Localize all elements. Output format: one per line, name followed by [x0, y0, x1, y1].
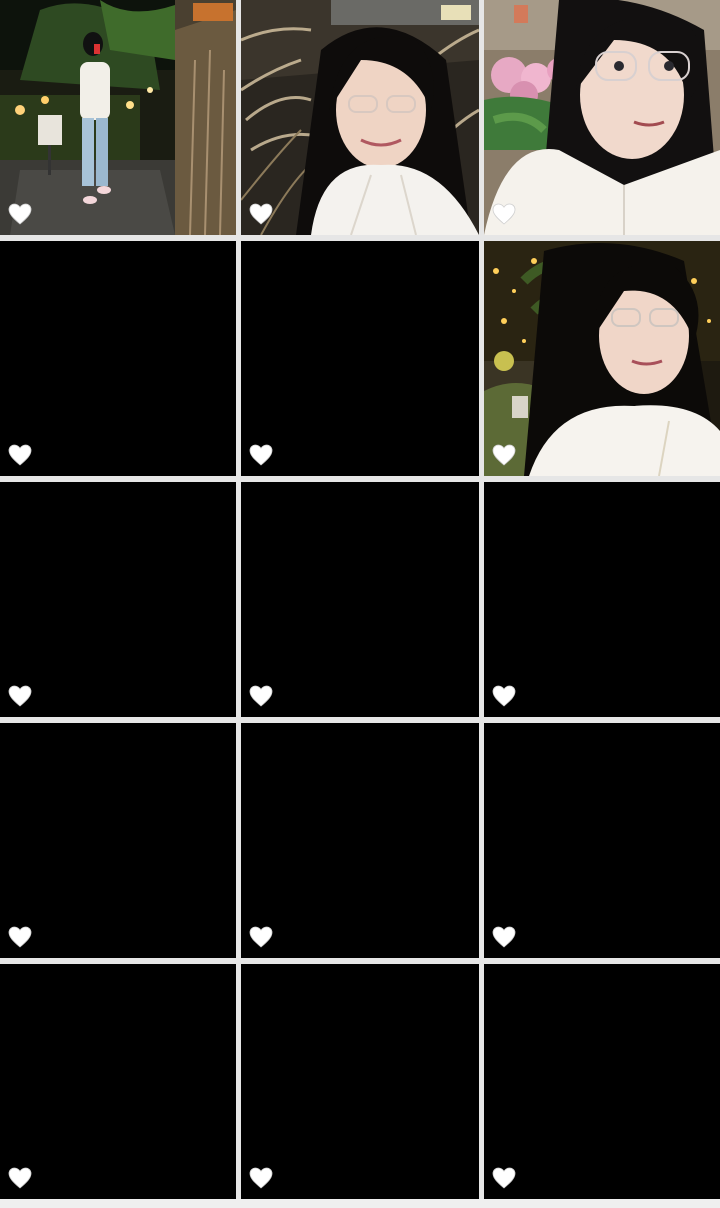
blank-thumbnail[interactable] [484, 482, 720, 717]
photo-thumbnail[interactable] [484, 241, 720, 476]
photo-image [484, 0, 720, 235]
heart-icon[interactable] [249, 926, 273, 948]
heart-icon[interactable] [492, 203, 516, 225]
photo-image [241, 0, 479, 235]
photo-thumbnail[interactable] [241, 0, 479, 235]
heart-icon[interactable] [8, 685, 32, 707]
blank-thumbnail[interactable] [241, 723, 479, 958]
blank-thumbnail[interactable] [241, 482, 479, 717]
photo-thumbnail[interactable] [484, 0, 720, 235]
heart-icon[interactable] [8, 926, 32, 948]
blank-thumbnail[interactable] [0, 482, 236, 717]
heart-icon[interactable] [492, 1167, 516, 1189]
photo-gallery-grid [0, 0, 720, 1208]
blank-thumbnail[interactable] [241, 241, 479, 476]
blank-thumbnail[interactable] [0, 964, 236, 1199]
blank-thumbnail[interactable] [0, 723, 236, 958]
blank-thumbnail[interactable] [241, 964, 479, 1199]
photo-thumbnail[interactable] [0, 0, 236, 235]
heart-icon[interactable] [492, 685, 516, 707]
blank-thumbnail[interactable] [0, 241, 236, 476]
heart-icon[interactable] [249, 1167, 273, 1189]
blank-thumbnail[interactable] [484, 964, 720, 1199]
photo-image [484, 241, 720, 476]
heart-icon[interactable] [492, 926, 516, 948]
heart-icon[interactable] [249, 444, 273, 466]
bottom-edge [0, 1199, 720, 1208]
heart-icon[interactable] [8, 203, 32, 225]
heart-icon[interactable] [8, 444, 32, 466]
heart-icon[interactable] [249, 203, 273, 225]
blank-thumbnail[interactable] [484, 723, 720, 958]
heart-icon[interactable] [249, 685, 273, 707]
photo-image [0, 0, 236, 235]
heart-icon[interactable] [492, 444, 516, 466]
heart-icon[interactable] [8, 1167, 32, 1189]
